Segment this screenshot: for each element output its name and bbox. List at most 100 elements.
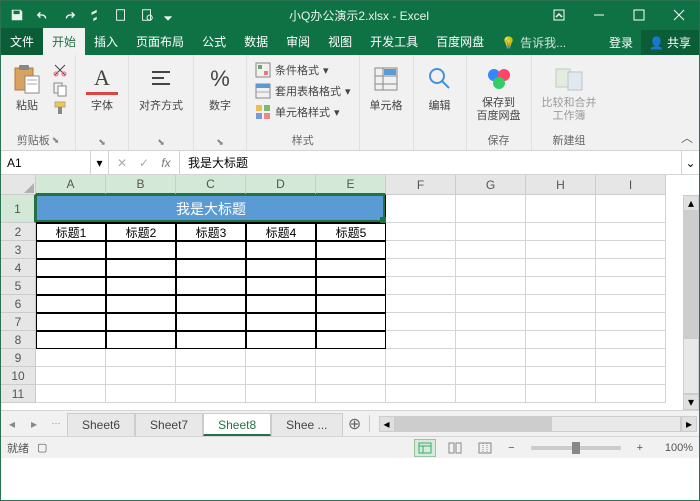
grid-cell[interactable] <box>316 367 386 385</box>
zoom-level[interactable]: 100% <box>655 442 693 454</box>
minimize-icon[interactable] <box>579 1 619 29</box>
tab-formulas[interactable]: 公式 <box>193 28 235 55</box>
grid-cell[interactable] <box>526 385 596 403</box>
row-header-7[interactable]: 7 <box>1 313 36 331</box>
row-header-4[interactable]: 4 <box>1 259 36 277</box>
close-icon[interactable] <box>659 1 699 29</box>
scroll-right-icon[interactable]: ▸ <box>681 416 697 432</box>
col-header-B[interactable]: B <box>106 175 176 195</box>
row-header-2[interactable]: 2 <box>1 223 36 241</box>
grid-cell[interactable] <box>456 277 526 295</box>
align-dialog-icon[interactable]: ⬊ <box>157 137 165 148</box>
grid-cell[interactable] <box>456 295 526 313</box>
scroll-down-icon[interactable]: ▾ <box>683 394 699 410</box>
scroll-left-icon[interactable]: ◂ <box>379 416 395 432</box>
qat-customize-icon[interactable] <box>161 3 175 27</box>
grid-cell[interactable] <box>456 331 526 349</box>
redo-icon[interactable] <box>57 3 81 27</box>
grid-cell[interactable] <box>526 349 596 367</box>
grid-cell[interactable] <box>386 349 456 367</box>
table-cell[interactable] <box>176 259 246 277</box>
copy-icon[interactable] <box>51 80 69 98</box>
grid-cell[interactable] <box>456 259 526 277</box>
table-cell[interactable] <box>246 277 316 295</box>
tab-baidu[interactable]: 百度网盘 <box>427 28 493 55</box>
row-header-1[interactable]: 1 <box>1 195 36 223</box>
grid-cell[interactable] <box>526 259 596 277</box>
cell-styles-button[interactable]: 单元格样式 ▾ <box>253 103 353 121</box>
name-box[interactable]: A1 <box>1 151 91 174</box>
table-cell[interactable] <box>36 241 106 259</box>
col-header-C[interactable]: C <box>176 175 246 195</box>
horizontal-scrollbar[interactable]: ◂ ▸ <box>377 411 699 436</box>
align-button[interactable]: 对齐方式 <box>135 61 187 115</box>
maximize-icon[interactable] <box>619 1 659 29</box>
table-cell[interactable] <box>176 277 246 295</box>
grid-cell[interactable] <box>106 349 176 367</box>
table-cell[interactable] <box>36 331 106 349</box>
tab-file[interactable]: 文件 <box>1 28 43 55</box>
save-baidu-button[interactable]: 保存到 百度网盘 <box>473 61 525 125</box>
row-header-8[interactable]: 8 <box>1 331 36 349</box>
login-link[interactable]: 登录 <box>601 30 641 55</box>
grid-cell[interactable] <box>386 223 456 241</box>
col-header-D[interactable]: D <box>246 175 316 195</box>
row-header-11[interactable]: 11 <box>1 385 36 403</box>
tab-home[interactable]: 开始 <box>43 28 85 55</box>
grid-cell[interactable] <box>526 195 596 223</box>
grid-cell[interactable] <box>246 367 316 385</box>
zoom-slider[interactable] <box>531 446 621 450</box>
grid-cell[interactable] <box>176 349 246 367</box>
expand-formula-icon[interactable]: ⌄ <box>681 151 699 174</box>
grid-cell[interactable] <box>36 385 106 403</box>
grid-cell[interactable] <box>456 241 526 259</box>
table-cell[interactable] <box>246 259 316 277</box>
table-format-button[interactable]: 套用表格格式 ▾ <box>253 82 353 100</box>
grid-cell[interactable] <box>36 367 106 385</box>
tell-me[interactable]: 💡告诉我... <box>493 30 601 55</box>
fx-icon[interactable]: fx <box>155 156 177 170</box>
sheet-tab-6[interactable]: Sheet6 <box>67 413 135 436</box>
page-layout-view-icon[interactable] <box>444 439 466 457</box>
grid-cell[interactable] <box>526 313 596 331</box>
number-dialog-icon[interactable]: ⬊ <box>216 137 224 148</box>
touch-mode-icon[interactable] <box>83 3 107 27</box>
tab-review[interactable]: 审阅 <box>277 28 319 55</box>
grid-cell[interactable] <box>596 195 666 223</box>
row-header-6[interactable]: 6 <box>1 295 36 313</box>
print-preview-icon[interactable] <box>135 3 159 27</box>
compare-merge-button[interactable]: 比较和合并 工作簿 <box>538 61 601 125</box>
table-cell[interactable] <box>36 295 106 313</box>
sheet-nav-menu-icon[interactable]: ⋯ <box>45 411 67 436</box>
col-header-A[interactable]: A <box>36 175 106 195</box>
collapse-ribbon-icon[interactable]: ︿ <box>681 129 693 146</box>
table-cell[interactable] <box>36 259 106 277</box>
table-cell[interactable] <box>316 241 386 259</box>
scroll-up-icon[interactable]: ▴ <box>683 195 699 211</box>
table-cell[interactable] <box>316 331 386 349</box>
vscroll-thumb[interactable] <box>684 212 698 339</box>
share-button[interactable]: 👤共享 <box>641 30 699 55</box>
grid-cell[interactable] <box>456 195 526 223</box>
col-header-H[interactable]: H <box>526 175 596 195</box>
grid-cell[interactable] <box>526 277 596 295</box>
grid-cell[interactable] <box>106 367 176 385</box>
sheet-nav-prev-icon[interactable]: ◂ <box>1 411 23 436</box>
table-cell[interactable] <box>36 313 106 331</box>
grid-cell[interactable] <box>526 331 596 349</box>
select-all-corner[interactable] <box>1 175 36 195</box>
grid-cell[interactable] <box>526 367 596 385</box>
grid-cell[interactable] <box>246 349 316 367</box>
grid-cell[interactable] <box>386 241 456 259</box>
conditional-format-button[interactable]: 条件格式 ▾ <box>253 61 353 79</box>
cancel-formula-icon[interactable]: ✕ <box>111 151 133 174</box>
table-cell[interactable] <box>176 295 246 313</box>
grid-cell[interactable] <box>526 223 596 241</box>
grid-cell[interactable] <box>456 313 526 331</box>
number-button[interactable]: %数字 <box>200 61 240 115</box>
grid-cell[interactable] <box>456 367 526 385</box>
grid-cell[interactable] <box>596 349 666 367</box>
tab-data[interactable]: 数据 <box>235 28 277 55</box>
normal-view-icon[interactable] <box>414 439 436 457</box>
tab-dev[interactable]: 开发工具 <box>361 28 427 55</box>
